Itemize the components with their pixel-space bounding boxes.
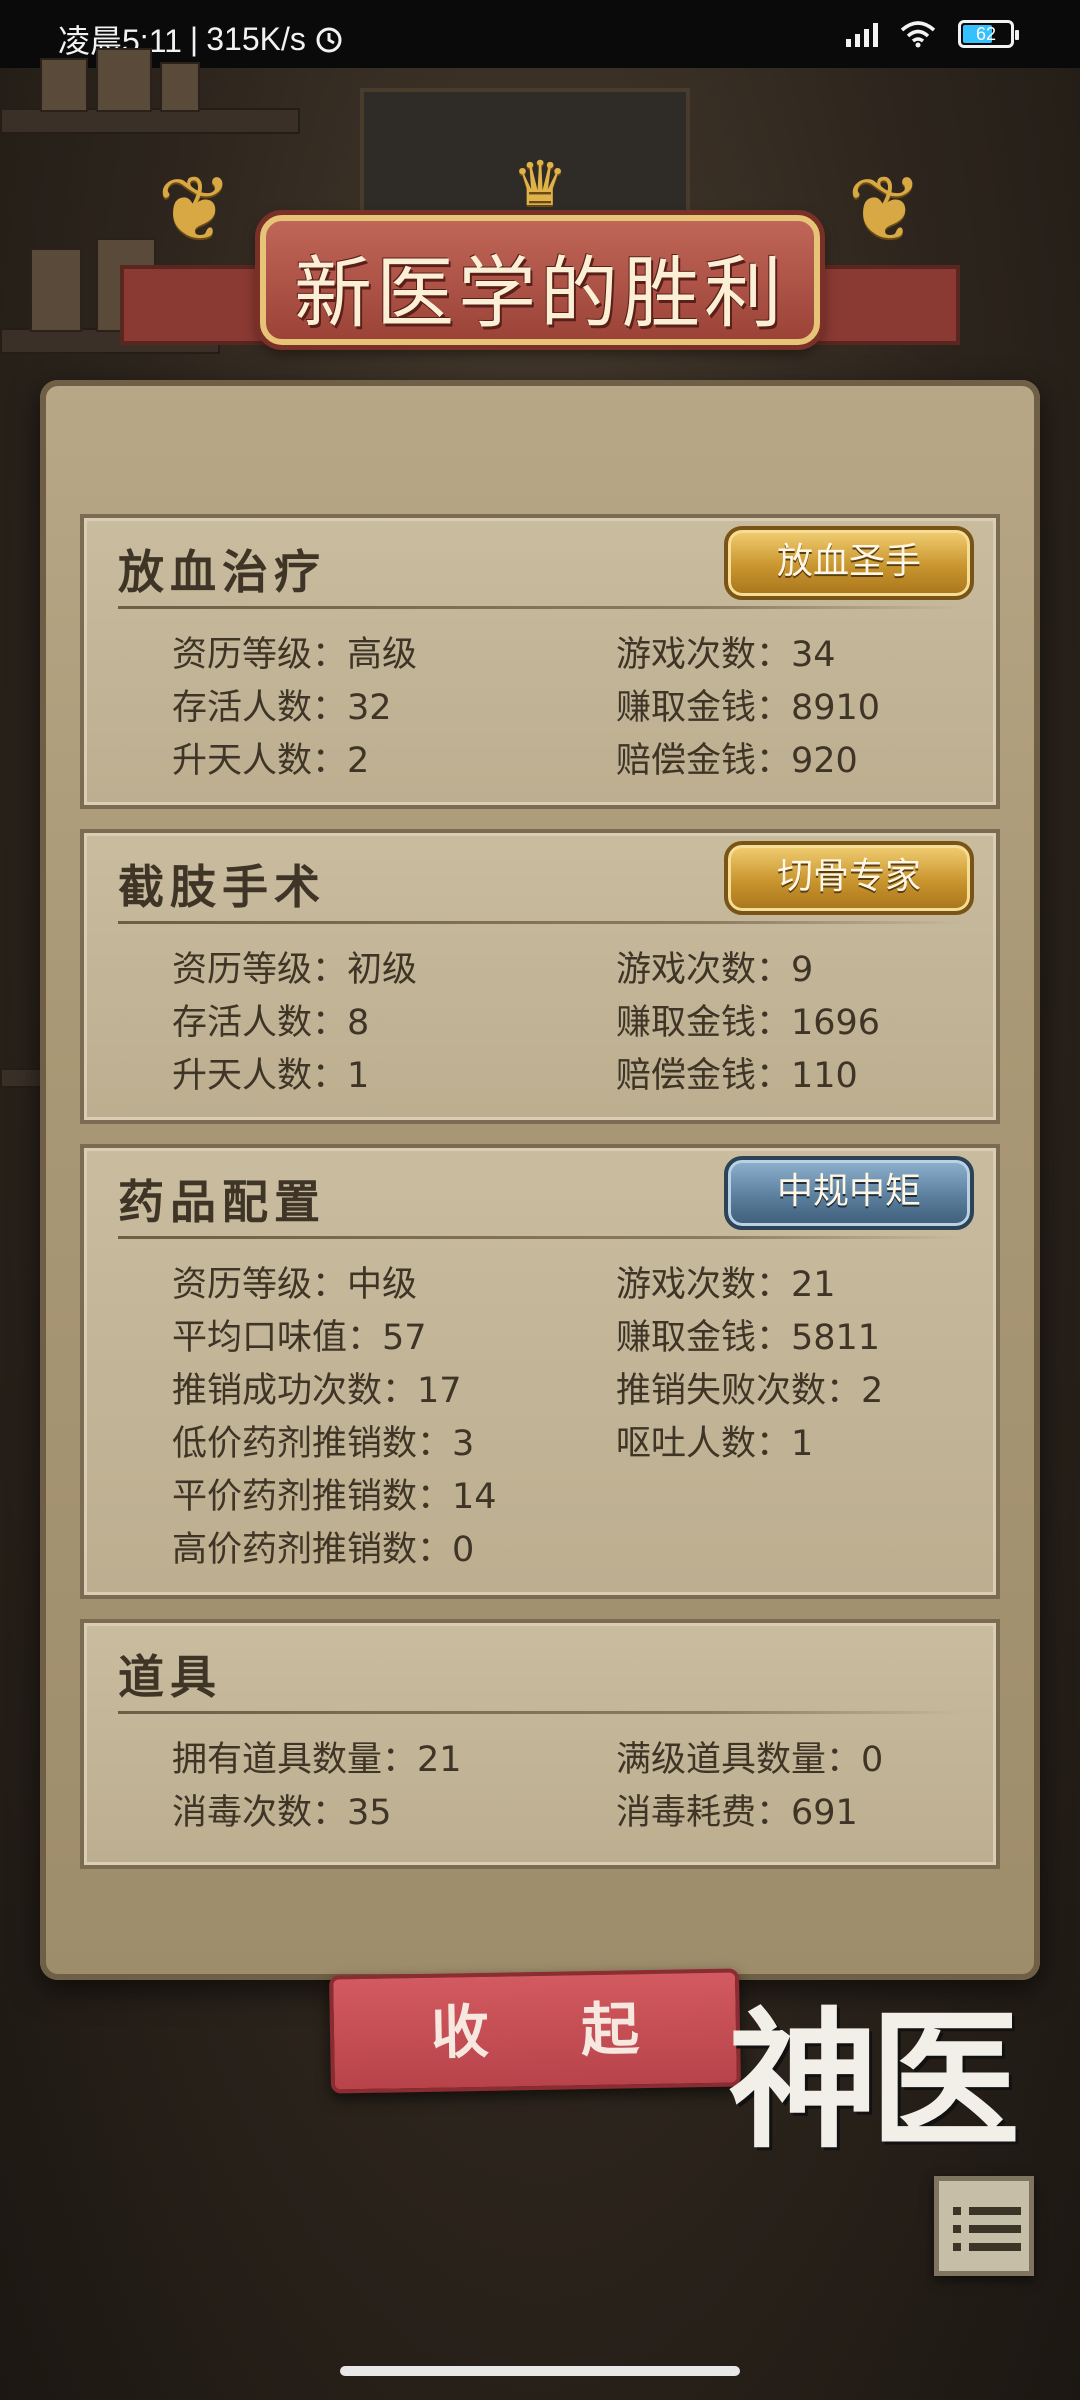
section-amputation: 截肢手术 切骨专家 资历等级：初级 游戏次数：9 存活人数：8 赚取金钱：169… bbox=[80, 829, 1000, 1124]
wifi-icon bbox=[900, 21, 936, 48]
stat-avg-taste: 平均口味值：57 bbox=[172, 1318, 427, 1358]
achievement-badge: 中规中矩 bbox=[724, 1156, 974, 1230]
stat-disinfect-cost: 消毒耗费：691 bbox=[616, 1793, 858, 1833]
section-title: 药品配置 bbox=[118, 1175, 326, 1229]
stat-money-earned: 赚取金钱：5811 bbox=[616, 1318, 881, 1358]
stat-rank: 资历等级：中级 bbox=[172, 1265, 418, 1305]
stat-games-played: 游戏次数：21 bbox=[616, 1265, 836, 1305]
stat-compensation: 赔偿金钱：920 bbox=[616, 741, 858, 781]
stat-deaths: 升天人数：1 bbox=[172, 1056, 370, 1096]
achievement-badge: 切骨专家 bbox=[724, 841, 974, 915]
alarm-icon bbox=[316, 27, 342, 53]
section-items: 道具 拥有道具数量：21 满级道具数量：0 消毒次数：35 消毒耗费：691 bbox=[80, 1619, 1000, 1869]
stat-compensation: 赔偿金钱：110 bbox=[616, 1056, 858, 1096]
stat-low-price-sales: 低价药剂推销数：3 bbox=[172, 1424, 475, 1464]
stat-games-played: 游戏次数：34 bbox=[616, 635, 836, 675]
section-title: 放血治疗 bbox=[118, 545, 326, 599]
battery-level: 62 bbox=[975, 24, 997, 44]
stat-deaths: 升天人数：2 bbox=[172, 741, 370, 781]
stat-rank: 资历等级：高级 bbox=[172, 635, 418, 675]
stat-money-earned: 赚取金钱：8910 bbox=[616, 688, 881, 728]
stat-sales-failure: 推销失败次数：2 bbox=[616, 1371, 884, 1411]
signal-icon bbox=[846, 21, 878, 47]
stat-max-level-items: 满级道具数量：0 bbox=[616, 1740, 884, 1780]
stat-money-earned: 赚取金钱：1696 bbox=[616, 1003, 881, 1043]
stat-survivors: 存活人数：32 bbox=[172, 688, 392, 728]
menu-list-icon[interactable] bbox=[934, 2176, 1034, 2276]
stat-survivors: 存活人数：8 bbox=[172, 1003, 370, 1043]
home-indicator[interactable] bbox=[340, 2366, 740, 2376]
section-title: 截肢手术 bbox=[118, 860, 326, 914]
section-bloodletting: 放血治疗 放血圣手 资历等级：高级 游戏次数：34 存活人数：32 赚取金钱：8… bbox=[80, 514, 1000, 809]
stat-mid-price-sales: 平价药剂推销数：14 bbox=[172, 1477, 497, 1517]
achievement-badge: 放血圣手 bbox=[724, 526, 974, 600]
game-logo: 神医 bbox=[728, 1993, 1020, 2169]
battery-icon: 62 bbox=[958, 20, 1019, 48]
crown-ornament-icon: ♛ bbox=[512, 147, 568, 220]
stat-high-price-sales: 高价药剂推销数：0 bbox=[172, 1530, 475, 1570]
stat-items-owned: 拥有道具数量：21 bbox=[172, 1740, 462, 1780]
stat-sales-success: 推销成功次数：17 bbox=[172, 1371, 462, 1411]
status-separator: | bbox=[189, 20, 199, 57]
stat-disinfect-count: 消毒次数：35 bbox=[172, 1793, 392, 1833]
section-title: 道具 bbox=[118, 1650, 222, 1704]
page-title: 新医学的胜利 bbox=[293, 249, 786, 339]
status-bar: 凌晨5:11 | 315K/s 62 bbox=[0, 0, 1080, 68]
stat-vomit-count: 呕吐人数：1 bbox=[616, 1424, 814, 1464]
stat-rank: 资历等级：初级 bbox=[172, 950, 418, 990]
collapse-button[interactable]: 收 起 bbox=[329, 1968, 741, 2094]
status-network-speed: 315K/s bbox=[206, 20, 306, 57]
laurel-right-icon: ❦ bbox=[847, 157, 923, 262]
stat-games-played: 游戏次数：9 bbox=[616, 950, 814, 990]
laurel-left-icon: ❦ bbox=[157, 157, 233, 262]
section-medicine: 药品配置 中规中矩 资历等级：中级 游戏次数：21 平均口味值：57 赚取金钱：… bbox=[80, 1144, 1000, 1599]
title-banner: ❦ ❦ ♛ 新医学的胜利 bbox=[120, 147, 960, 345]
